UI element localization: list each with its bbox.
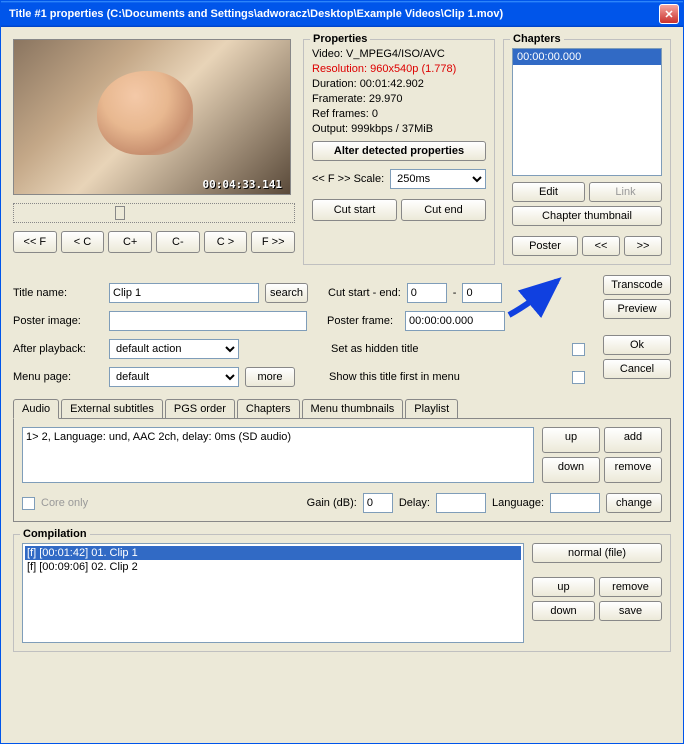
gain-input[interactable]: [363, 493, 393, 513]
change-button[interactable]: change: [606, 493, 662, 513]
transcode-button[interactable]: Transcode: [603, 275, 671, 295]
c-minus-button[interactable]: C-: [156, 231, 200, 253]
cut-range-label: Cut start - end:: [328, 287, 401, 299]
alter-properties-button[interactable]: Alter detected properties: [312, 141, 486, 161]
prop-resolution: Resolution: 960x540p (1.778): [312, 63, 486, 75]
core-only-checkbox[interactable]: [22, 497, 35, 510]
prop-duration: Duration: 00:01:42.902: [312, 78, 486, 90]
tab-pgs-order[interactable]: PGS order: [165, 399, 235, 418]
compilation-list[interactable]: [f] [00:01:42] 01. Clip 1 [f] [00:09:06]…: [22, 543, 524, 643]
poster-next-button[interactable]: >>: [624, 236, 662, 256]
scale-label: << F >> Scale:: [312, 173, 384, 185]
poster-prev-button[interactable]: <<: [582, 236, 620, 256]
c-back-button[interactable]: < C: [61, 231, 105, 253]
tab-chapters[interactable]: Chapters: [237, 399, 300, 418]
chapters-title: Chapters: [510, 33, 564, 45]
delay-label: Delay:: [399, 497, 430, 509]
c-fwd-button[interactable]: C >: [204, 231, 248, 253]
compilation-title: Compilation: [20, 528, 90, 540]
core-only-label: Core only: [41, 497, 88, 509]
poster-image-input[interactable]: [109, 311, 307, 331]
gain-label: Gain (dB):: [307, 497, 357, 509]
tab-menu-thumbnails[interactable]: Menu thumbnails: [302, 399, 404, 418]
prop-refframes: Ref frames: 0: [312, 108, 486, 120]
after-playback-select[interactable]: default action: [109, 339, 239, 359]
poster-frame-label: Poster frame:: [327, 315, 393, 327]
ok-button[interactable]: Ok: [603, 335, 671, 355]
cancel-button[interactable]: Cancel: [603, 359, 671, 379]
prop-output: Output: 999kbps / 37MiB: [312, 123, 486, 135]
prop-video: Video: V_MPEG4/ISO/AVC: [312, 48, 486, 60]
language-input[interactable]: [550, 493, 600, 513]
language-label: Language:: [492, 497, 544, 509]
compilation-item[interactable]: [f] [00:01:42] 01. Clip 1: [25, 546, 521, 560]
comp-save-button[interactable]: save: [599, 601, 662, 621]
ff-fwd-button[interactable]: F >>: [251, 231, 295, 253]
timecode-overlay: 00:04:33.141: [203, 178, 282, 191]
audio-list[interactable]: 1> 2, Language: und, AAC 2ch, delay: 0ms…: [22, 427, 534, 483]
tab-external-subtitles[interactable]: External subtitles: [61, 399, 163, 418]
ff-back-button[interactable]: << F: [13, 231, 57, 253]
chapter-thumbnail-button[interactable]: Chapter thumbnail: [512, 206, 662, 226]
cut-start-button[interactable]: Cut start: [312, 199, 397, 221]
window-title: Title #1 properties (C:\Documents and Se…: [9, 8, 659, 20]
comp-up-button[interactable]: up: [532, 577, 595, 597]
search-button[interactable]: search: [265, 283, 308, 303]
tab-playlist[interactable]: Playlist: [405, 399, 458, 418]
poster-button[interactable]: Poster: [512, 236, 578, 256]
audio-up-button[interactable]: up: [542, 427, 600, 453]
cut-start-input[interactable]: [407, 283, 447, 303]
cut-end-button[interactable]: Cut end: [401, 199, 486, 221]
scale-select[interactable]: 250ms: [390, 169, 486, 189]
title-name-input[interactable]: [109, 283, 259, 303]
compilation-item[interactable]: [f] [00:09:06] 02. Clip 2: [25, 560, 521, 574]
chapters-list[interactable]: 00:00:00.000: [512, 48, 662, 176]
comp-down-button[interactable]: down: [532, 601, 595, 621]
prop-framerate: Framerate: 29.970: [312, 93, 486, 105]
video-preview: 00:04:33.141: [13, 39, 291, 195]
edit-chapter-button[interactable]: Edit: [512, 182, 585, 202]
show-first-checkbox[interactable]: [572, 371, 585, 384]
hidden-title-checkbox[interactable]: [572, 343, 585, 356]
comp-remove-button[interactable]: remove: [599, 577, 662, 597]
show-first-label: Show this title first in menu: [329, 371, 460, 383]
titlebar: Title #1 properties (C:\Documents and Se…: [1, 1, 683, 27]
more-button[interactable]: more: [245, 367, 295, 387]
menu-page-label: Menu page:: [13, 371, 103, 383]
normal-file-button[interactable]: normal (file): [532, 543, 662, 563]
delay-input[interactable]: [436, 493, 486, 513]
poster-frame-input[interactable]: [405, 311, 505, 331]
close-button[interactable]: ✕: [659, 4, 679, 24]
link-chapter-button[interactable]: Link: [589, 182, 662, 202]
seek-slider[interactable]: [13, 203, 295, 223]
properties-title: Properties: [310, 33, 370, 45]
audio-down-button[interactable]: down: [542, 457, 600, 483]
audio-remove-button[interactable]: remove: [604, 457, 662, 483]
hidden-title-label: Set as hidden title: [331, 343, 418, 355]
poster-image-label: Poster image:: [13, 315, 103, 327]
audio-add-button[interactable]: add: [604, 427, 662, 453]
chapter-item[interactable]: 00:00:00.000: [513, 49, 661, 65]
after-playback-label: After playback:: [13, 343, 103, 355]
c-plus-button[interactable]: C+: [108, 231, 152, 253]
menu-page-select[interactable]: default: [109, 367, 239, 387]
preview-button[interactable]: Preview: [603, 299, 671, 319]
title-name-label: Title name:: [13, 287, 103, 299]
tab-audio[interactable]: Audio: [13, 399, 59, 419]
audio-list-item[interactable]: 1> 2, Language: und, AAC 2ch, delay: 0ms…: [26, 431, 530, 443]
cut-end-input[interactable]: [462, 283, 502, 303]
